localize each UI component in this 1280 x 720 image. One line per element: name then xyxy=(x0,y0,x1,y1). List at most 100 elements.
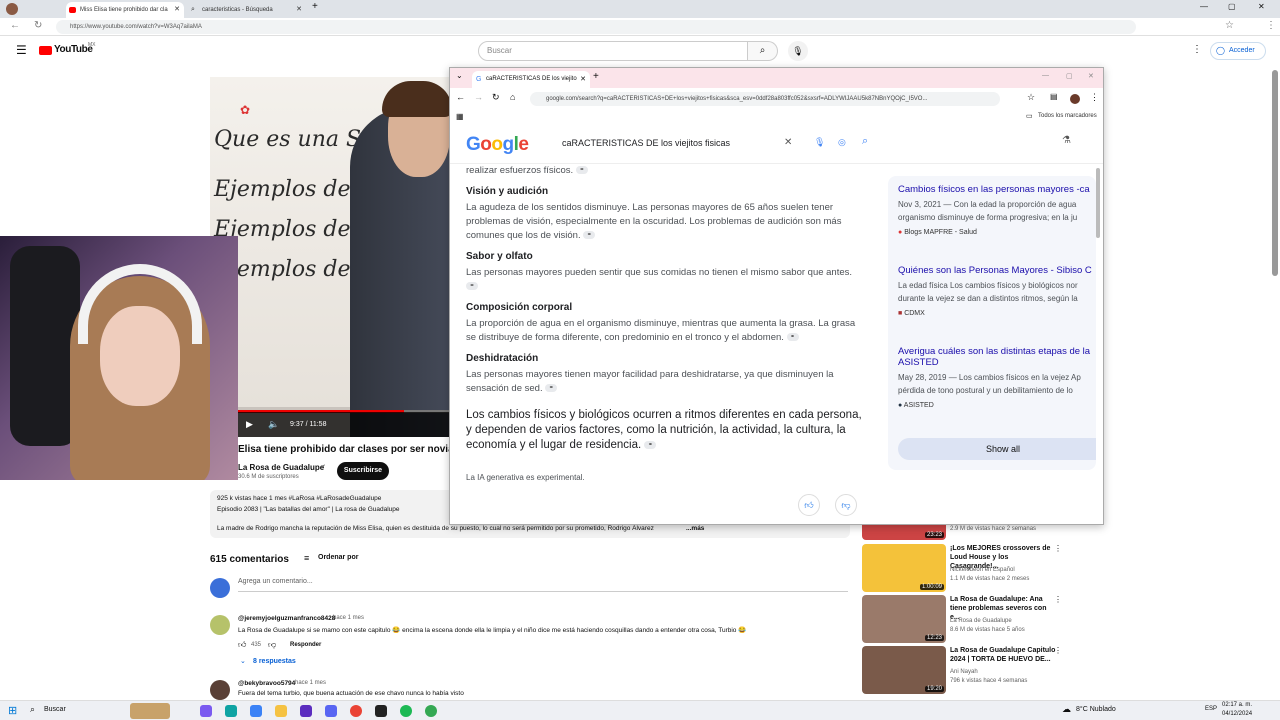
sort-button[interactable]: Ordenar por xyxy=(318,554,358,561)
thumbs-up-icon[interactable]: 👍︎ xyxy=(798,494,820,516)
url-field[interactable]: google.com/search?q=caRACTERISTICAS+DE+l… xyxy=(530,92,1000,106)
hamburger-icon[interactable]: ☰ xyxy=(16,43,27,57)
forward-icon[interactable]: → xyxy=(474,92,483,102)
page-scrollbar[interactable] xyxy=(1272,70,1278,276)
reload-icon[interactable]: ↻ xyxy=(492,92,500,103)
tab-search-results[interactable]: G caRACTERISTICAS DE los viejito ✕ xyxy=(472,71,590,88)
app-icon[interactable] xyxy=(200,705,212,717)
weather-label[interactable]: 8°C Nublado xyxy=(1076,706,1116,713)
language-label[interactable]: ESP xyxy=(1205,706,1217,712)
link-icon[interactable]: ⚭ xyxy=(786,333,799,342)
chevron-down-icon[interactable]: ⌄ xyxy=(240,657,246,665)
back-icon[interactable]: ← xyxy=(10,20,20,31)
minimize-icon[interactable]: — xyxy=(1200,2,1208,11)
more-link[interactable]: ...más xyxy=(686,525,704,532)
link-icon[interactable]: ⚭ xyxy=(545,384,558,393)
menu-dots-icon[interactable]: ⋮ xyxy=(1090,92,1099,103)
search-icon[interactable]: ⌕ xyxy=(30,704,35,715)
sort-icon[interactable]: ≡ xyxy=(304,553,309,563)
search-input[interactable]: Buscar xyxy=(478,41,748,61)
star-icon[interactable]: ☆ xyxy=(1225,20,1234,31)
tab-list-icon[interactable]: ⌄ xyxy=(456,71,463,80)
profile-icon[interactable] xyxy=(6,3,18,15)
minimize-icon[interactable]: — xyxy=(1042,72,1049,79)
chrome-icon[interactable] xyxy=(425,705,437,717)
files-icon[interactable] xyxy=(275,705,287,717)
url-field[interactable]: https://www.youtube.com/watch?v=W3Aq7ail… xyxy=(56,20,1136,34)
source-card[interactable]: Quiénes son las Personas Mayores - Sibis… xyxy=(898,265,1096,317)
search-icon[interactable]: ⌕ xyxy=(862,135,868,148)
search-button[interactable]: ⌕ xyxy=(748,41,778,61)
extensions-icon[interactable]: ▤ xyxy=(1050,92,1058,101)
bookmarks-label[interactable]: Todos los marcadores xyxy=(1038,113,1097,119)
window-close-icon[interactable]: ✕ xyxy=(1258,2,1265,11)
search-input[interactable]: caRACTERISTICAS DE los viejitos fisicas xyxy=(550,130,880,156)
labs-icon[interactable]: ⚗ xyxy=(1062,135,1071,146)
app-icon[interactable] xyxy=(300,705,312,717)
window-close-icon[interactable]: ✕ xyxy=(1088,72,1094,80)
source-card[interactable]: Cambios físicos en las personas mayores … xyxy=(898,184,1096,236)
replies-toggle[interactable]: 8 respuestas xyxy=(253,658,296,665)
add-comment-input[interactable]: Agrega un comentario... xyxy=(238,578,848,592)
show-all-button[interactable]: Show all xyxy=(898,438,1096,460)
link-icon[interactable]: ⚭ xyxy=(575,166,588,175)
dislike-icon[interactable]: 👎︎ xyxy=(268,640,276,650)
link-icon[interactable]: ⚭ xyxy=(466,282,478,291)
sign-in-button[interactable]: ◯ Acceder xyxy=(1210,42,1266,60)
thumbs-down-icon[interactable]: 👎︎ xyxy=(835,494,857,516)
browser-icon[interactable] xyxy=(250,705,262,717)
scrollbar-thumb[interactable] xyxy=(1096,168,1100,238)
comment-user[interactable]: @bekybravoo5794 xyxy=(238,680,295,687)
windows-start-icon[interactable]: ⊞ xyxy=(8,704,17,717)
new-tab-icon[interactable]: + xyxy=(593,71,599,82)
source-title[interactable]: Quiénes son las Personas Mayores - Sibis… xyxy=(898,265,1096,276)
source-title[interactable]: Cambios físicos en las personas mayores … xyxy=(898,184,1096,195)
google-logo[interactable]: Google xyxy=(466,134,529,156)
source-title[interactable]: Averigua cuáles son las distintas etapas… xyxy=(898,346,1096,357)
related-video[interactable]: 19:20 La Rosa de Guadalupe Capitulo 2024… xyxy=(862,646,1062,694)
edge-icon[interactable] xyxy=(225,705,237,717)
new-tab-icon[interactable]: + xyxy=(312,1,318,12)
mic-icon[interactable]: 🎙 xyxy=(788,41,808,61)
star-icon[interactable]: ☆ xyxy=(1027,92,1035,103)
video-player[interactable]: Que es una Silaba Ejemplos de Silaba Eje… xyxy=(210,77,450,437)
close-icon[interactable]: ✕ xyxy=(296,2,302,18)
widget-image[interactable] xyxy=(130,703,170,719)
link-icon[interactable]: ⚭ xyxy=(583,231,596,240)
source-title-line2[interactable]: ASISTED xyxy=(898,357,1096,368)
youtube-logo[interactable]: YouTube xyxy=(54,44,93,55)
youtube-logo-icon[interactable] xyxy=(39,46,52,55)
link-icon[interactable]: ⚭ xyxy=(644,440,657,449)
close-icon[interactable]: ✕ xyxy=(174,2,180,18)
settings-dots-icon[interactable]: ⋮ xyxy=(1192,44,1202,55)
video-menu-icon[interactable]: ⋮ xyxy=(1054,544,1062,553)
play-icon[interactable]: ▶︎ xyxy=(246,419,253,430)
clock-date[interactable]: 04/12/2024 xyxy=(1222,711,1252,717)
lens-icon[interactable]: ◎ xyxy=(838,137,846,148)
tab-youtube[interactable]: Miss Elisa tiene prohibido dar cla ✕ xyxy=(66,2,184,18)
subscribe-button[interactable]: Suscribirse xyxy=(337,462,389,480)
spotify-icon[interactable] xyxy=(400,705,412,717)
back-icon[interactable]: ← xyxy=(456,92,465,102)
video-menu-icon[interactable]: ⋮ xyxy=(1054,595,1062,604)
mic-icon[interactable]: 🎙 xyxy=(814,137,825,148)
related-video[interactable]: 1:00:09 ¡Los MEJORES crossovers de Loud … xyxy=(862,544,1062,592)
menu-dots-icon[interactable]: ⋮ xyxy=(1266,20,1276,31)
volume-icon[interactable]: 🔈 xyxy=(268,419,279,430)
tab-search[interactable]: ⌕ caracteristicas - Búsqueda ✕ xyxy=(188,2,306,18)
clear-icon[interactable]: ✕ xyxy=(784,137,792,148)
close-icon[interactable]: ✕ xyxy=(580,71,586,88)
comment-user[interactable]: @jeremyjoelguzmanfranco8428 xyxy=(238,615,335,622)
maximize-icon[interactable]: ▢ xyxy=(1066,72,1073,80)
reload-icon[interactable]: ↻ xyxy=(34,20,42,31)
channel-name[interactable]: La Rosa de Guadalupe xyxy=(238,463,324,472)
maximize-icon[interactable]: ▢ xyxy=(1228,2,1236,11)
source-card[interactable]: Averigua cuáles son las distintas etapas… xyxy=(898,346,1096,409)
taskbar-search-label[interactable]: Buscar xyxy=(44,706,66,713)
reply-button[interactable]: Responder xyxy=(290,642,321,648)
video-menu-icon[interactable]: ⋮ xyxy=(1054,646,1062,655)
chrome-icon[interactable] xyxy=(350,705,362,717)
home-icon[interactable]: ⌂ xyxy=(510,92,515,102)
like-icon[interactable]: 👍︎ xyxy=(238,640,246,650)
clock-time[interactable]: 02:17 a. m. xyxy=(1222,702,1252,708)
